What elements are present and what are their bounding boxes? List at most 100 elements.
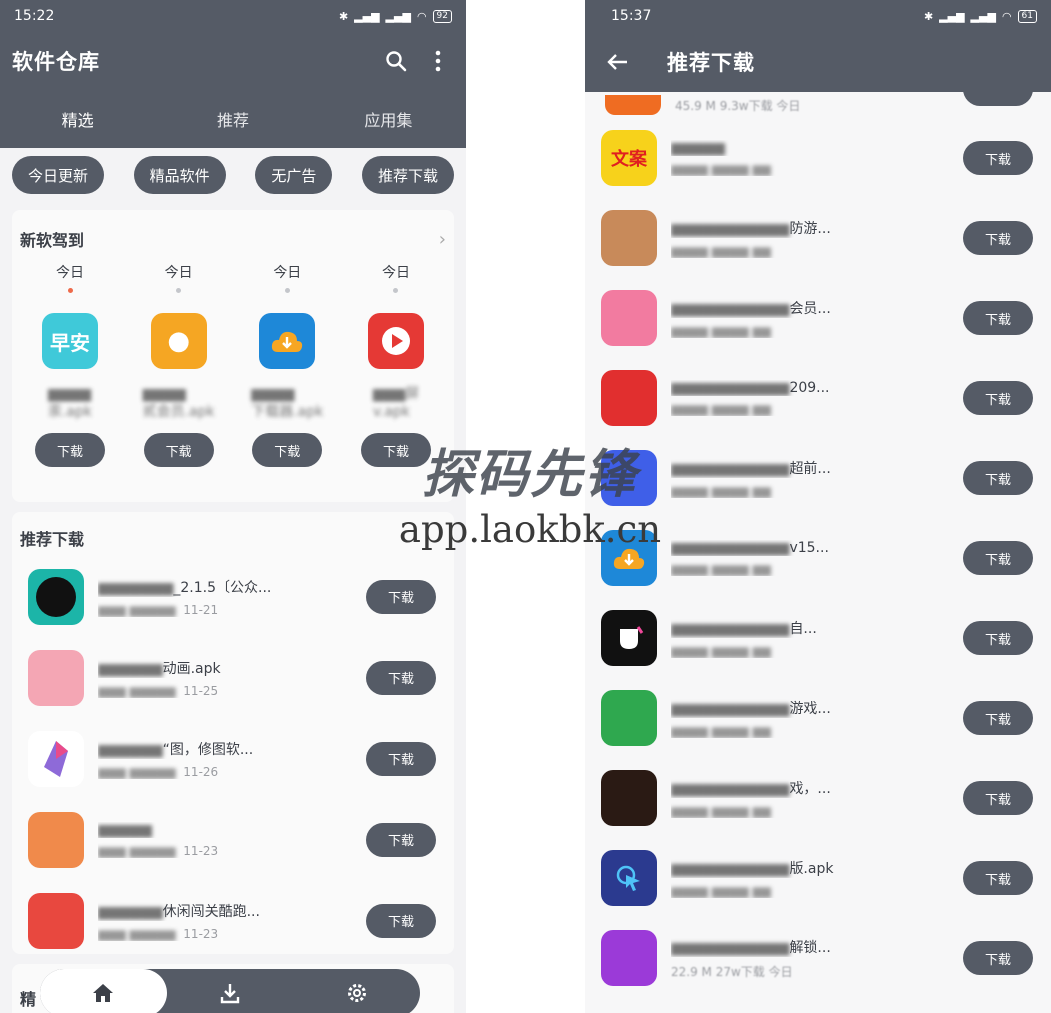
cursor-app-icon (601, 850, 657, 906)
list-item-partial[interactable]: 45.9 M 9.3w下载 今日 (585, 82, 1051, 118)
nav-settings[interactable] (293, 969, 420, 1013)
list-item[interactable]: ▆▆▆▆▆▆休闲闯关酷跑... ▆▆▆ ▆▆▆▆▆ 11-23 下载 (12, 880, 454, 961)
list-item-title: ▆▆▆▆▆▆动画.apk (98, 660, 221, 677)
new-item: 今日 ● ▆▆▆▆ 贰会员.apk 下载 (129, 262, 229, 467)
play-app-icon[interactable] (367, 313, 424, 369)
download-button[interactable]: 下载 (963, 301, 1033, 335)
list-item[interactable]: ▆▆▆▆▆▆▆▆▆▆▆v15... ▆▆▆▆ ▆▆▆▆ ▆▆ 下载 (585, 518, 1051, 598)
cloud-download-app-icon[interactable] (259, 313, 316, 369)
new-item-date: 今日 (381, 265, 410, 281)
download-button[interactable]: 下载 (360, 433, 431, 467)
list-item[interactable]: ▆▆▆▆▆▆▆▆▆▆▆解锁... 22.9 M 27w下载 今日 下载 (585, 918, 1051, 998)
app-icon (601, 290, 657, 346)
list-item-title: ▆▆▆▆▆▆▆▆▆▆▆v15... (671, 540, 829, 556)
download-button[interactable]: 下载 (963, 701, 1033, 735)
tab-recommend[interactable]: 推荐 (155, 90, 310, 148)
list-item[interactable]: ▆▆▆▆▆▆▆▆▆▆▆自... ▆▆▆▆ ▆▆▆▆ ▆▆ 下载 (585, 598, 1051, 678)
battery-icon: 92 (432, 9, 452, 23)
download-button[interactable]: 下载 (366, 579, 436, 614)
page-title: 软件仓库 (12, 50, 100, 74)
page-dot (284, 288, 290, 293)
bluetooth-icon: ✱ (338, 9, 349, 23)
nav-downloads[interactable] (167, 969, 294, 1013)
phone-recommended-downloads: 15:37 ✱ ▂▄▆ ▂▄▆ ◠ 61 推荐下载 45.9 M 9.3w下载 … (585, 0, 1051, 1013)
download-button[interactable]: 下载 (366, 660, 436, 695)
status-bar: 15:22 ✱ ▂▄▆ ▂▄▆ ◠ 92 (0, 0, 466, 32)
download-button[interactable]: 下载 (963, 141, 1033, 175)
toolbar: 软件仓库 (0, 32, 466, 90)
chip-no-ads[interactable]: 无广告 (255, 156, 333, 194)
list-item[interactable]: ▆▆▆▆▆▆动画.apk ▆▆▆ ▆▆▆▆▆ 11-25 下载 (12, 637, 454, 718)
page-dot (393, 288, 399, 293)
download-button[interactable]: 下载 (963, 621, 1033, 655)
list-item-title: ▆▆▆▆▆▆▆▆▆▆▆游戏... (671, 701, 831, 717)
quick-filter-chips: 今日更新 精品软件 无广告 推荐下载 (0, 148, 466, 194)
more-vert-icon[interactable] (422, 45, 454, 77)
page-title: 推荐下载 (667, 51, 755, 75)
wifi-icon: ◠ (1001, 9, 1012, 23)
list-item[interactable]: 文案 ▆▆▆▆▆ ▆▆▆▆ ▆▆▆▆ ▆▆ 下载 (585, 118, 1051, 198)
signal-icon-2: ▂▄▆ (970, 9, 996, 23)
list-item-meta: 22.9 M 27w下载 今日 (671, 964, 793, 979)
new-item: 今日 早安 ▆▆▆▆ 汞.apk 下载 (20, 262, 120, 467)
download-button[interactable]: 下载 (35, 433, 105, 467)
chevron-right-icon[interactable]: › (439, 229, 446, 250)
download-button[interactable]: 下载 (366, 822, 436, 857)
search-icon[interactable] (380, 45, 412, 77)
list-item-text: ▆▆▆▆▆ ▆▆▆▆ ▆▆▆▆ ▆▆ (671, 140, 963, 176)
list-item-meta: ▆▆▆▆ ▆▆▆▆ ▆▆ (671, 562, 771, 576)
download-button[interactable]: 下载 (366, 741, 436, 776)
list-item-meta: ▆▆▆ ▆▆▆▆▆ 11-23 (98, 926, 219, 941)
app-icon (28, 649, 84, 706)
download-button[interactable]: 下载 (963, 781, 1033, 815)
download-button[interactable]: 下载 (963, 941, 1033, 975)
signal-icon-2: ▂▄▆ (385, 9, 411, 23)
list-item-meta: ▆▆▆▆ ▆▆▆▆ ▆▆ (671, 402, 771, 416)
chip-recommended-downloads[interactable]: 推荐下载 (361, 156, 454, 194)
download-button[interactable]: 下载 (963, 461, 1033, 495)
home-icon (93, 984, 114, 1002)
tab-featured[interactable]: 精选 (0, 90, 156, 148)
list-item[interactable]: ▆▆▆▆▆▆▆▆▆▆▆超前... ▆▆▆▆ ▆▆▆▆ ▆▆ 下载 (585, 438, 1051, 518)
download-button[interactable]: 下载 (963, 541, 1033, 575)
back-arrow-icon[interactable] (597, 53, 637, 71)
list-item[interactable]: ▆▆▆▆▆▆▆▆▆▆▆版.apk ▆▆▆▆ ▆▆▆▆ ▆▆ 下载 (585, 838, 1051, 918)
app-icon (601, 770, 657, 826)
list-item-meta: ▆▆▆▆ ▆▆▆▆ ▆▆ (671, 162, 771, 176)
wifi-icon: ◠ (416, 9, 427, 23)
new-item: 今日 ▆▆▆屏 v.apk 下载 (346, 262, 446, 467)
download-button[interactable] (963, 82, 1033, 106)
list-item[interactable]: ▆▆▆▆▆▆“图，修图软... ▆▆▆ ▆▆▆▆▆ 11-26 下载 (12, 718, 454, 799)
app-icon (601, 690, 657, 746)
section-title-new: 新软驾到 (20, 231, 85, 250)
download-button[interactable]: 下载 (963, 381, 1033, 415)
list-item[interactable]: ▆▆▆▆▆ ▆▆▆ ▆▆▆▆▆ 11-23 下载 (12, 799, 454, 880)
download-button[interactable]: 下载 (366, 903, 436, 938)
list-item[interactable]: ▆▆▆▆▆▆▆▆▆▆▆209... ▆▆▆▆ ▆▆▆▆ ▆▆ 下载 (585, 358, 1051, 438)
signal-icon: ▂▄▆ (939, 9, 965, 23)
download-button[interactable]: 下载 (963, 221, 1033, 255)
download-button[interactable]: 下载 (963, 861, 1033, 895)
list-item[interactable]: ▆▆▆▆▆▆▆▆▆▆▆游戏... ▆▆▆▆ ▆▆▆▆ ▆▆ 下载 (585, 678, 1051, 758)
list-item-meta: ▆▆▆▆ ▆▆▆▆ ▆▆ (671, 644, 771, 658)
new-item-date: 今日 (164, 265, 193, 281)
list-item-text: ▆▆▆▆▆▆▆▆▆▆▆会员... ▆▆▆▆ ▆▆▆▆ ▆▆ (671, 298, 963, 338)
chip-today-updates[interactable]: 今日更新 (12, 156, 105, 194)
chip-premium-software[interactable]: 精品软件 (133, 156, 226, 194)
list-item[interactable]: ▆▆▆▆▆▆▆_2.1.5〔公众... ▆▆▆ ▆▆▆▆▆ 11-21 下载 (12, 556, 454, 637)
app-icon[interactable]: 早安 (42, 313, 98, 369)
nav-home[interactable] (40, 969, 167, 1013)
app-icon[interactable]: ● (150, 313, 207, 369)
list-item-meta: ▆▆▆▆ ▆▆▆▆ ▆▆ (671, 244, 771, 258)
list-item-title: ▆▆▆▆▆▆▆▆▆▆▆超前... (671, 461, 831, 477)
list-item-text: ▆▆▆▆▆▆▆▆▆▆▆v15... ▆▆▆▆ ▆▆▆▆ ▆▆ (671, 540, 963, 576)
app-icon (601, 210, 657, 266)
download-button[interactable]: 下载 (143, 433, 214, 467)
download-button[interactable]: 下载 (252, 433, 323, 467)
tab-collections[interactable]: 应用集 (311, 90, 466, 148)
list-item-text: ▆▆▆▆▆▆▆▆▆▆▆防游... ▆▆▆▆ ▆▆▆▆ ▆▆ (671, 218, 963, 258)
list-item[interactable]: ▆▆▆▆▆▆▆▆▆▆▆会员... ▆▆▆▆ ▆▆▆▆ ▆▆ 下载 (585, 278, 1051, 358)
bluetooth-icon: ✱ (923, 9, 934, 23)
list-item[interactable]: ▆▆▆▆▆▆▆▆▆▆▆防游... ▆▆▆▆ ▆▆▆▆ ▆▆ 下载 (585, 198, 1051, 278)
list-item[interactable]: ▆▆▆▆▆▆▆▆▆▆▆戏，... ▆▆▆▆ ▆▆▆▆ ▆▆ 下载 (585, 758, 1051, 838)
